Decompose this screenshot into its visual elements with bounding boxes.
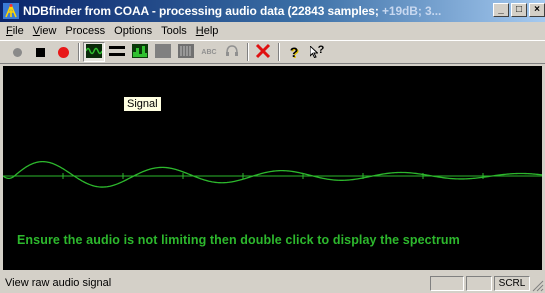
- record-button[interactable]: [52, 42, 74, 62]
- help-question-icon: ?: [289, 44, 299, 60]
- pointer-help-icon: ?: [309, 44, 324, 58]
- blank-view-button[interactable]: [152, 42, 174, 62]
- title-bar[interactable]: NDBfinder from COAA - processing audio d…: [0, 0, 545, 22]
- status-text: View raw audio signal: [5, 277, 112, 289]
- gray-box-icon: [155, 43, 171, 61]
- menu-options[interactable]: Options: [114, 25, 152, 37]
- menu-view[interactable]: View: [33, 25, 57, 37]
- close-x-icon: [255, 43, 271, 62]
- status-panel-1: [430, 276, 464, 291]
- waterfall-button[interactable]: [175, 42, 197, 62]
- menu-help[interactable]: Help: [196, 25, 219, 37]
- signal-view-button[interactable]: [83, 42, 105, 62]
- help-button[interactable]: ?: [283, 42, 305, 62]
- delete-button[interactable]: [252, 42, 274, 62]
- menu-file[interactable]: File: [6, 25, 24, 37]
- scroll-lock-indicator: SCRL: [494, 276, 530, 291]
- status-bar: View raw audio signal SCRL: [0, 273, 545, 293]
- app-antenna-icon: [3, 3, 19, 19]
- abc-decode-button[interactable]: ABC: [198, 42, 220, 62]
- app-window: NDBfinder from COAA - processing audio d…: [0, 0, 545, 293]
- context-help-button[interactable]: ?: [306, 42, 328, 62]
- signal-display[interactable]: Signal Ensure the audio is not limiting …: [3, 66, 542, 270]
- status-panel-2: [466, 276, 492, 291]
- menu-bar: File View Process Options Tools Help: [0, 22, 545, 40]
- stop-button[interactable]: [29, 42, 51, 62]
- toolbar: ABC ? ?: [0, 40, 545, 64]
- spectrum-icon: [132, 43, 148, 61]
- headphones-icon: [225, 44, 239, 61]
- minimize-button[interactable]: _: [493, 3, 509, 17]
- close-window-button[interactable]: ×: [529, 3, 545, 17]
- headphones-button[interactable]: [221, 42, 243, 62]
- pause-record-button[interactable]: [6, 42, 28, 62]
- bands-view-button[interactable]: [106, 42, 128, 62]
- waterfall-icon: [178, 43, 194, 61]
- stop-icon: [35, 47, 45, 57]
- signal-wave-icon: [85, 43, 103, 61]
- menu-process[interactable]: Process: [65, 25, 105, 37]
- maximize-button[interactable]: □: [511, 3, 527, 17]
- toolbar-separator: [278, 43, 280, 61]
- bands-icon: [109, 44, 125, 61]
- record-icon: [57, 46, 69, 58]
- toolbar-separator: [78, 43, 80, 61]
- waveform-trace: [3, 160, 542, 188]
- record-dim-icon: [12, 47, 22, 57]
- toolbar-separator: [247, 43, 249, 61]
- spectrum-view-button[interactable]: [129, 42, 151, 62]
- resize-grip[interactable]: [532, 280, 544, 292]
- signal-tooltip: Signal: [123, 96, 162, 112]
- window-title: NDBfinder from COAA - processing audio d…: [23, 4, 442, 18]
- menu-tools[interactable]: Tools: [161, 25, 187, 37]
- instruction-message: Ensure the audio is not limiting then do…: [17, 233, 460, 247]
- abc-label: ABC: [201, 48, 217, 56]
